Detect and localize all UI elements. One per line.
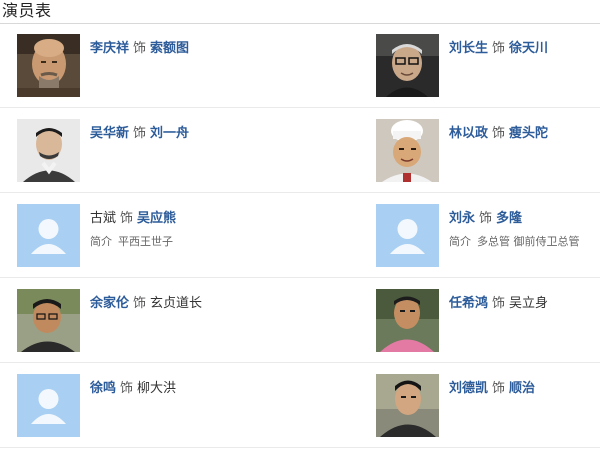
default-avatar-icon[interactable]: [17, 204, 80, 267]
intro-label: 简介: [90, 235, 112, 248]
intro-text: 平西王世子: [118, 235, 173, 248]
role-name: 柳大洪: [137, 381, 177, 396]
role-name[interactable]: 吴应熊: [137, 211, 176, 226]
actor-name[interactable]: 李庆祥: [90, 41, 129, 56]
cast-card: 古斌饰吴应熊 简介 平西王世子: [17, 204, 317, 288]
actor-name[interactable]: 余家伦: [90, 296, 129, 311]
actor-name: 古斌: [90, 211, 117, 226]
role-name[interactable]: 索额图: [150, 41, 189, 56]
actor-photo[interactable]: [17, 289, 80, 352]
actor-photo[interactable]: [376, 289, 439, 352]
actor-name[interactable]: 吴华新: [90, 126, 129, 141]
plays-as-label: 饰: [492, 381, 506, 396]
actor-photo[interactable]: [17, 34, 80, 97]
cast-card: 刘长生饰徐天川: [376, 34, 600, 118]
cast-card: 余家伦饰玄贞道长: [17, 289, 317, 373]
cast-list-header: 演员表: [0, 0, 600, 24]
actor-name[interactable]: 任希鸿: [449, 296, 488, 311]
intro-text: 多总管 御前侍卫总管: [477, 235, 580, 248]
actor-photo[interactable]: [17, 119, 80, 182]
default-avatar-icon[interactable]: [376, 204, 439, 267]
actor-name[interactable]: 刘德凯: [449, 381, 488, 396]
role-name: 吴立身: [509, 296, 549, 311]
intro-label: 简介: [449, 235, 471, 248]
role-intro: 简介 平西王世子: [90, 233, 173, 249]
cast-card: 任希鸿饰吴立身: [376, 289, 600, 373]
plays-as-label: 饰: [120, 381, 134, 396]
actor-photo[interactable]: [376, 34, 439, 97]
cast-card: 吴华新饰刘一舟: [17, 119, 317, 203]
cast-card: 刘德凯饰顺治: [376, 374, 600, 458]
plays-as-label: 饰: [492, 126, 506, 141]
plays-as-label: 饰: [133, 41, 147, 56]
cast-card: 刘永饰多隆 简介 多总管 御前侍卫总管: [376, 204, 600, 288]
plays-as-label: 饰: [133, 296, 147, 311]
plays-as-label: 饰: [133, 126, 147, 141]
role-name[interactable]: 多隆: [496, 211, 522, 226]
cast-card: 李庆祥饰索额图: [17, 34, 317, 118]
plays-as-label: 饰: [120, 211, 134, 226]
role-name: 玄贞道长: [150, 296, 203, 311]
actor-name[interactable]: 徐鸣: [90, 381, 116, 396]
plays-as-label: 饰: [479, 211, 493, 226]
actor-photo[interactable]: [376, 119, 439, 182]
cast-card: 林以政饰瘦头陀: [376, 119, 600, 203]
actor-photo[interactable]: [376, 374, 439, 437]
actor-name[interactable]: 刘永: [449, 211, 475, 226]
plays-as-label: 饰: [492, 296, 506, 311]
actor-name[interactable]: 刘长生: [449, 41, 488, 56]
role-name[interactable]: 刘一舟: [150, 126, 189, 141]
role-intro: 简介 多总管 御前侍卫总管: [449, 233, 580, 249]
plays-as-label: 饰: [492, 41, 506, 56]
cast-card: 徐鸣饰柳大洪: [17, 374, 317, 458]
role-name[interactable]: 顺治: [509, 381, 535, 396]
default-avatar-icon[interactable]: [17, 374, 80, 437]
role-name[interactable]: 瘦头陀: [509, 126, 548, 141]
actor-name[interactable]: 林以政: [449, 126, 488, 141]
page-title: 演员表: [2, 1, 52, 20]
role-name[interactable]: 徐天川: [509, 41, 548, 56]
